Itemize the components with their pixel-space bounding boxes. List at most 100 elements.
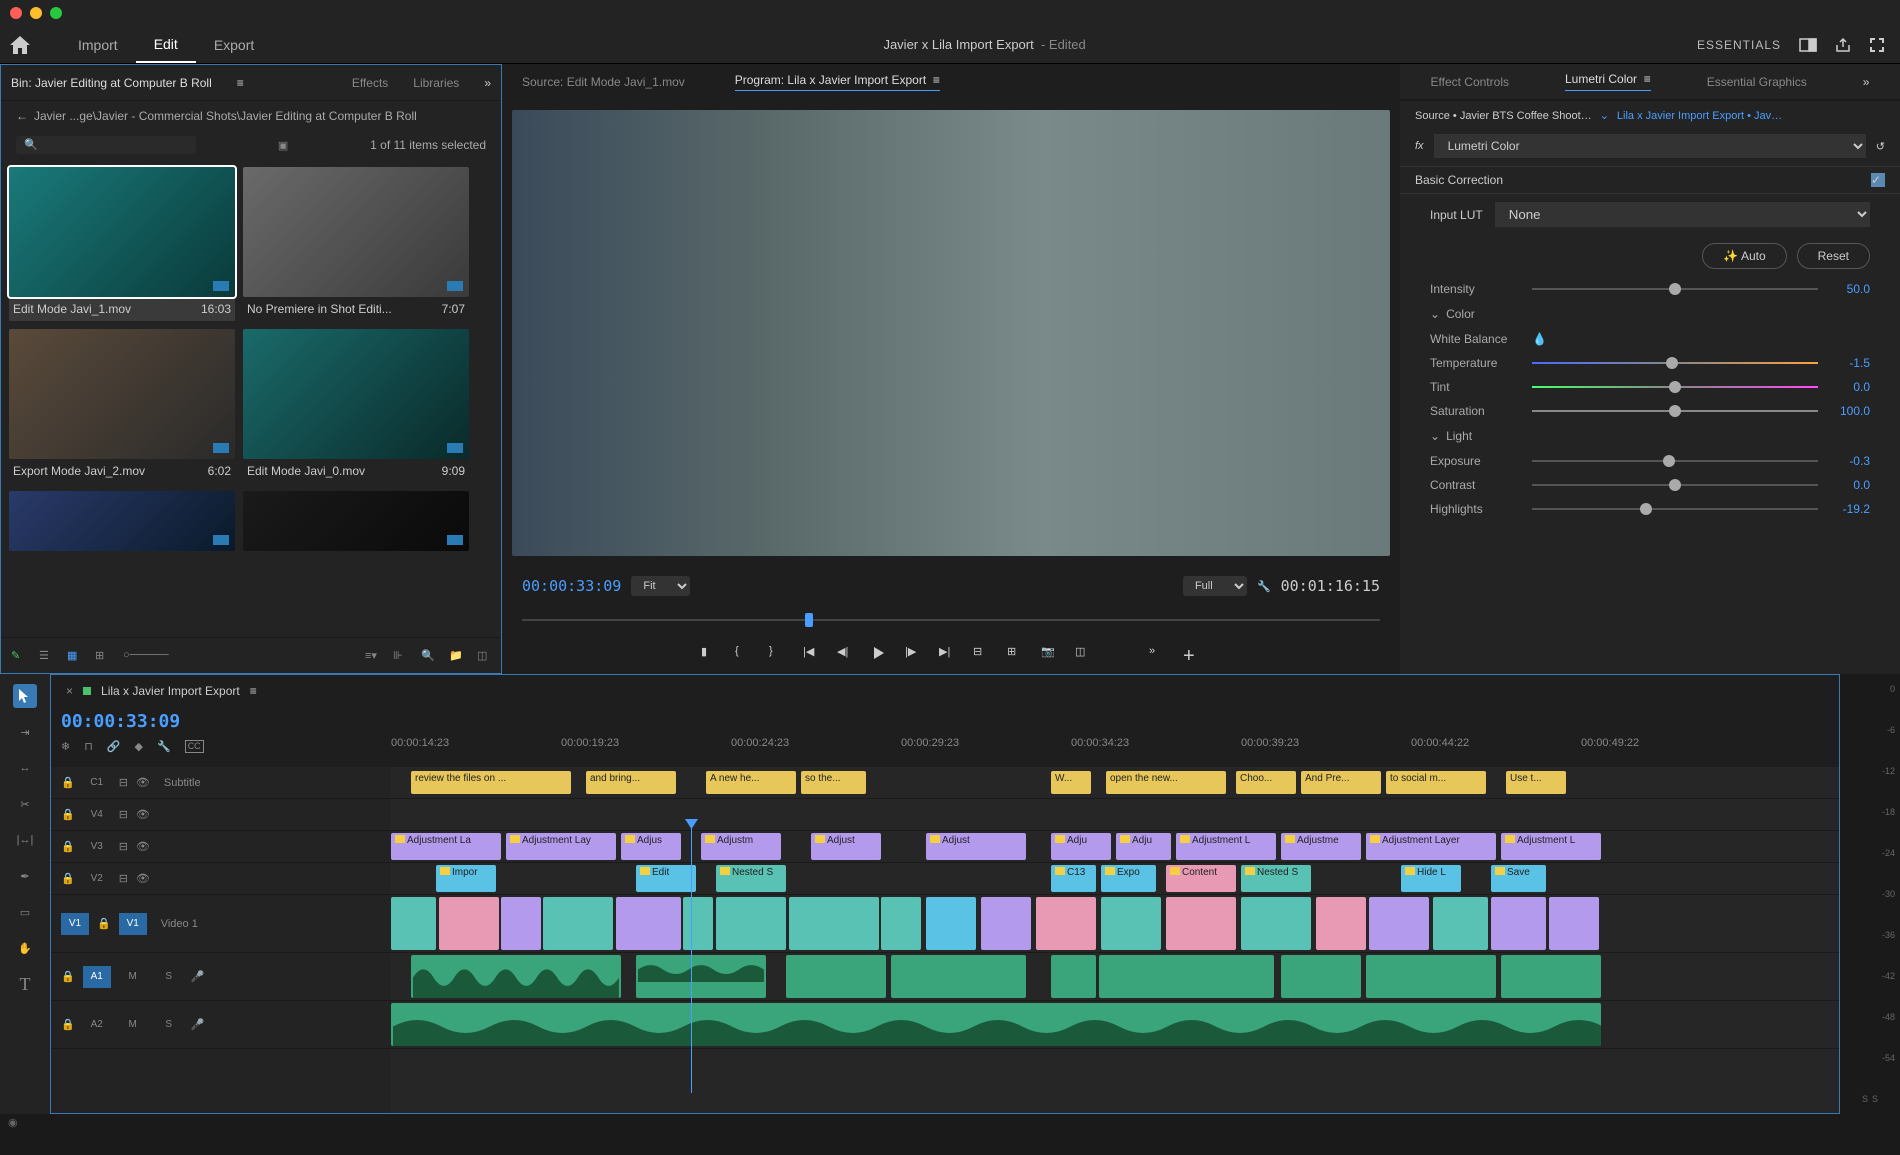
audio-clip[interactable] <box>786 955 886 998</box>
sync-icon[interactable]: ⊟ <box>119 776 128 789</box>
essential-graphics-tab[interactable]: Essential Graphics <box>1707 75 1807 89</box>
adjustment-clip[interactable]: Adjustment L <box>1501 833 1601 860</box>
new-bin-icon[interactable]: 📁 <box>449 649 463 663</box>
intensity-slider[interactable] <box>1532 288 1818 290</box>
linked-selection-icon[interactable]: 🔗 <box>107 740 121 753</box>
search-input[interactable] <box>16 136 196 154</box>
lock-icon[interactable]: 🔒 <box>61 776 75 789</box>
caption-clip[interactable]: A new he... <box>706 771 796 794</box>
list-view-icon[interactable]: ☰ <box>39 649 53 663</box>
compare-icon[interactable]: ◫ <box>1075 645 1093 663</box>
basic-correction-toggle[interactable]: ✓ <box>1871 173 1885 187</box>
workspace-icon[interactable] <box>1799 38 1817 52</box>
video-clip[interactable]: Nested S <box>1241 865 1311 892</box>
workspace-dropdown[interactable]: ESSENTIALS <box>1697 38 1781 52</box>
video-clip[interactable]: Content <box>1166 865 1236 892</box>
audio-clip[interactable] <box>1051 955 1096 998</box>
voice-icon[interactable]: 🎤 <box>191 970 205 983</box>
caption-clip[interactable]: W... <box>1051 771 1091 794</box>
caption-clip[interactable]: And Pre... <box>1301 771 1381 794</box>
caption-clip[interactable]: Choo... <box>1236 771 1296 794</box>
video-clip[interactable] <box>391 897 436 950</box>
go-to-in-icon[interactable]: |◀ <box>803 645 821 663</box>
intensity-value[interactable]: 50.0 <box>1830 282 1870 296</box>
zoom-fit-select[interactable]: Fit <box>631 576 690 596</box>
reset-effect-icon[interactable]: ↺ <box>1876 140 1885 153</box>
video-clip[interactable] <box>716 897 786 950</box>
audio-clip[interactable] <box>1366 955 1496 998</box>
marker-icon[interactable]: ▮ <box>701 645 719 663</box>
libraries-tab[interactable]: Libraries <box>413 76 459 90</box>
video-clip[interactable]: Expo <box>1101 865 1156 892</box>
type-tool-icon[interactable]: T <box>13 972 37 996</box>
out-point-icon[interactable]: } <box>769 645 787 663</box>
track-target-a1[interactable]: A1 <box>83 966 111 988</box>
eyedropper-icon[interactable]: 💧 <box>1532 332 1547 346</box>
highlights-slider[interactable] <box>1532 508 1818 510</box>
lock-icon[interactable]: 🔒 <box>61 808 75 821</box>
slip-tool-icon[interactable]: |↔| <box>13 828 37 852</box>
adjustment-clip[interactable]: Adju <box>1051 833 1111 860</box>
clip-thumbnail[interactable] <box>243 491 469 551</box>
timeline-timecode[interactable]: 00:00:33:09 <box>61 711 381 732</box>
extract-icon[interactable]: ⊞ <box>1007 645 1025 663</box>
solo-button[interactable]: S <box>155 1014 183 1036</box>
caption-icon[interactable]: CC <box>185 740 204 753</box>
add-icon[interactable]: + <box>1183 645 1201 663</box>
window-minimize[interactable] <box>30 7 42 19</box>
sequence-name[interactable]: Lila x Javier Import Export <box>101 684 240 698</box>
window-maximize[interactable] <box>50 7 62 19</box>
video-clip[interactable] <box>1036 897 1096 950</box>
audio-clip[interactable] <box>411 955 621 998</box>
snap-icon[interactable]: ❄ <box>61 740 70 753</box>
time-ruler[interactable]: 00:00:14:23 00:00:19:23 00:00:24:23 00:0… <box>391 737 1839 767</box>
clip-item[interactable] <box>243 491 469 551</box>
adjustment-clip[interactable]: Adjustment L <box>1176 833 1276 860</box>
effects-tab[interactable]: Effects <box>352 76 388 90</box>
automate-icon[interactable]: ⊪ <box>393 649 407 663</box>
track-target-v4[interactable]: V4 <box>83 804 111 826</box>
tint-value[interactable]: 0.0 <box>1830 380 1870 394</box>
selection-tool-icon[interactable] <box>13 684 37 708</box>
video-clip[interactable] <box>1166 897 1236 950</box>
effect-controls-tab[interactable]: Effect Controls <box>1431 75 1509 89</box>
ripple-tool-icon[interactable]: ↔ <box>13 756 37 780</box>
home-icon[interactable] <box>10 36 30 54</box>
hand-tool-icon[interactable]: ✋ <box>13 936 37 960</box>
reset-button[interactable]: Reset <box>1797 243 1870 269</box>
clip-item[interactable]: Edit Mode Javi_1.mov16:03 <box>9 167 235 321</box>
video-clip[interactable] <box>1491 897 1546 950</box>
panel-menu-icon[interactable]: ≡ <box>933 73 940 87</box>
export-tab[interactable]: Export <box>196 26 272 63</box>
video-clip[interactable] <box>439 897 499 950</box>
marker-add-icon[interactable]: ◆ <box>135 740 143 753</box>
sequence-menu-icon[interactable]: ≡ <box>250 684 257 698</box>
step-forward-icon[interactable]: |▶ <box>905 645 923 663</box>
video-clip[interactable] <box>1549 897 1599 950</box>
audio-clip[interactable] <box>1099 955 1274 998</box>
panel-menu-icon[interactable]: ≡ <box>237 76 244 90</box>
video-clip[interactable] <box>1241 897 1311 950</box>
program-timecode[interactable]: 00:00:33:09 <box>522 577 621 595</box>
auto-button[interactable]: ✨ Auto <box>1702 243 1786 269</box>
video-clip[interactable] <box>501 897 541 950</box>
resolution-select[interactable]: Full <box>1183 576 1247 596</box>
eye-icon[interactable]: 👁 <box>136 872 150 885</box>
contrast-value[interactable]: 0.0 <box>1830 478 1870 492</box>
lock-icon[interactable]: 🔒 <box>61 872 75 885</box>
audio-clip[interactable] <box>1501 955 1601 998</box>
sync-icon[interactable]: ⊟ <box>119 872 128 885</box>
play-icon[interactable] <box>871 645 889 663</box>
rectangle-tool-icon[interactable]: ▭ <box>13 900 37 924</box>
effect-select[interactable]: Lumetri Color <box>1434 134 1866 158</box>
caption-clip[interactable]: Use t... <box>1506 771 1566 794</box>
tint-slider[interactable] <box>1532 386 1818 388</box>
clip-item[interactable]: Edit Mode Javi_0.mov9:09 <box>243 329 469 483</box>
solo-right[interactable]: S <box>1872 1094 1878 1104</box>
track-target-v1[interactable]: V1 <box>119 913 147 935</box>
caption-clip[interactable]: review the files on ... <box>411 771 571 794</box>
icon-view-icon[interactable]: ▦ <box>67 649 81 663</box>
program-video-frame[interactable] <box>512 110 1390 556</box>
saturation-slider[interactable] <box>1532 410 1818 412</box>
lock-icon[interactable]: 🔒 <box>61 1018 75 1031</box>
